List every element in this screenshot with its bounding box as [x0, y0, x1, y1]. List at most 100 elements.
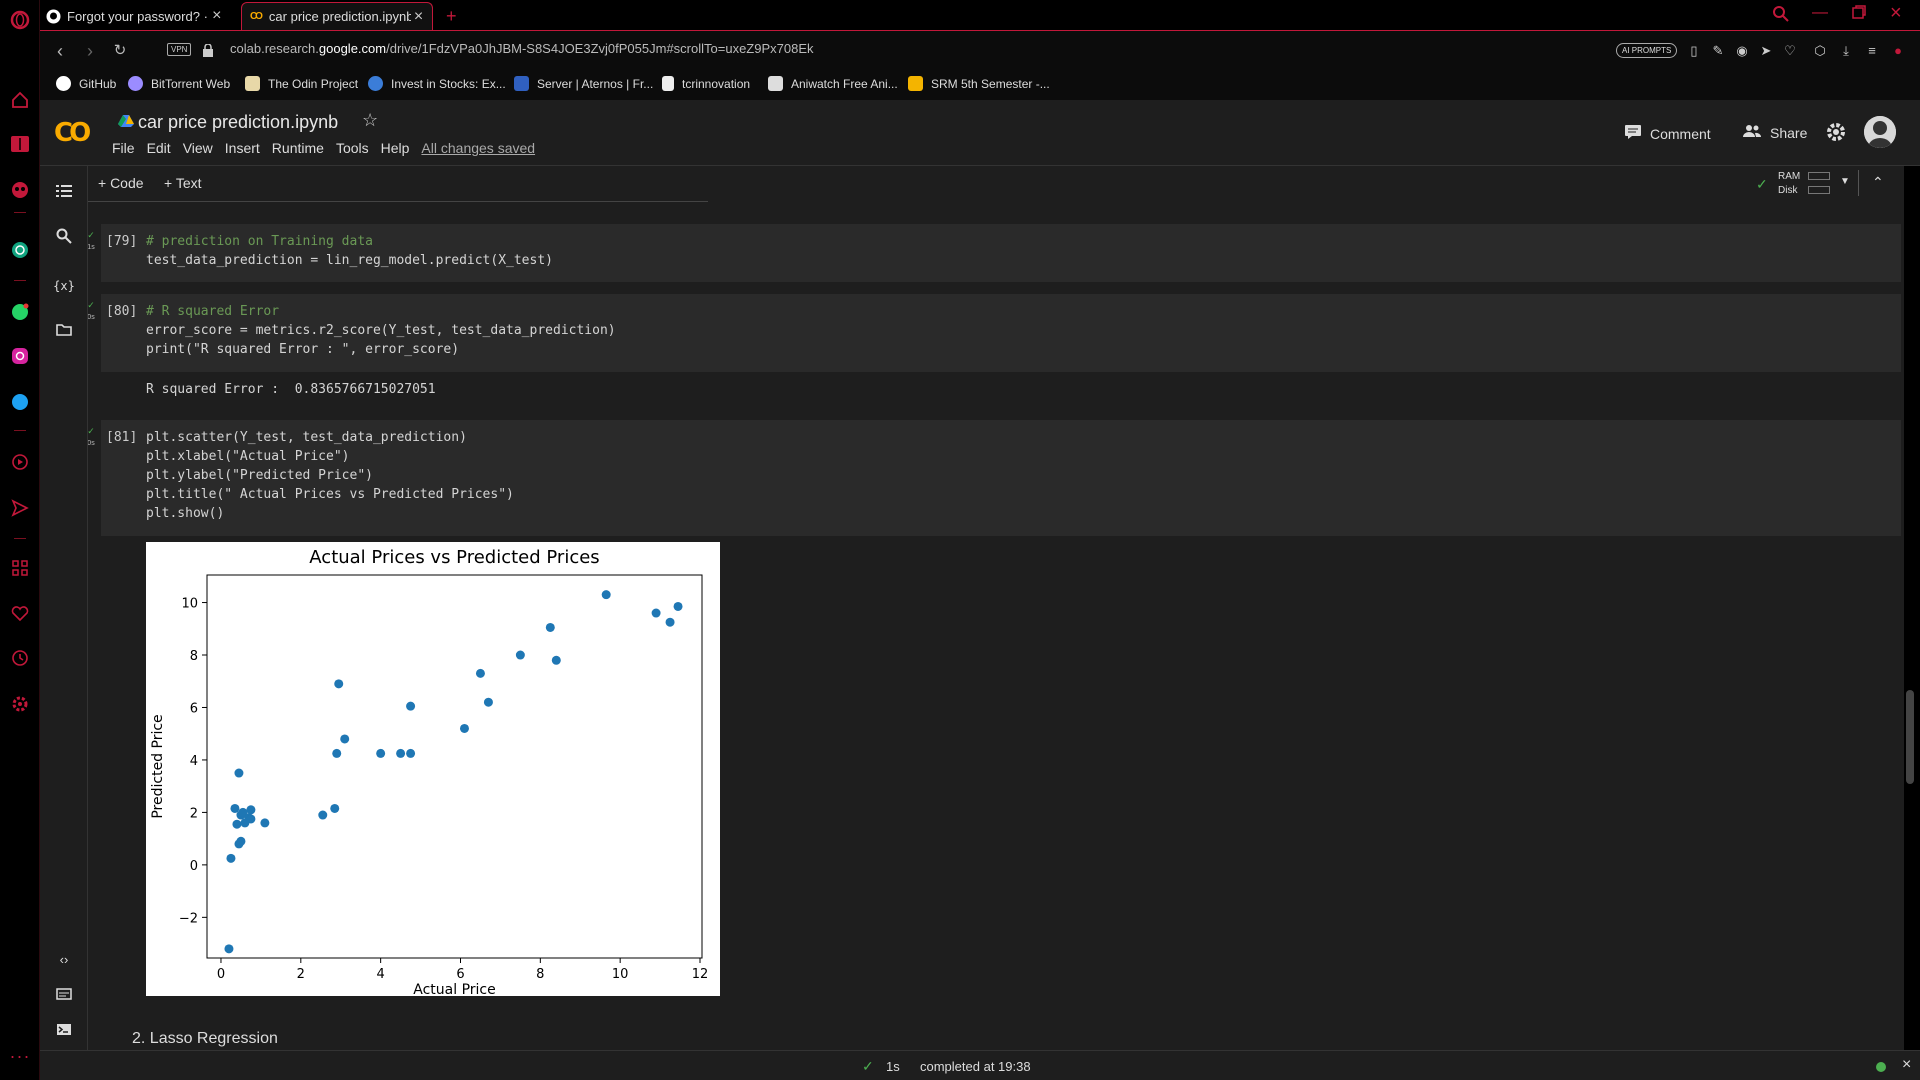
close-icon[interactable]: × [210, 7, 224, 25]
comment-icon [1624, 124, 1642, 143]
data-point [318, 810, 328, 820]
bookmark-invest[interactable]: Invest in Stocks: Ex... [368, 76, 506, 91]
exec-status[interactable]: completed at 19:38 [920, 1059, 1031, 1074]
add-text-button[interactable]: + Text [164, 175, 202, 191]
resources-monitor[interactable]: RAM Disk [1778, 170, 1800, 198]
restore-icon[interactable] [1852, 5, 1866, 24]
save-status-link[interactable]: All changes saved [421, 140, 535, 156]
code-editor[interactable]: # R squared Error error_score = metrics.… [146, 302, 616, 359]
code-cell[interactable]: ✓ 0s [80] # R squared Error error_score … [88, 294, 1901, 372]
send-icon[interactable] [8, 496, 32, 520]
data-point [545, 622, 555, 632]
bookmark-github[interactable]: GitHub [56, 76, 116, 91]
variables-icon[interactable]: {x} [52, 274, 76, 298]
code-editor[interactable]: plt.scatter(Y_test, test_data_prediction… [146, 428, 514, 523]
connected-check-icon: ✓ [1756, 176, 1768, 192]
bookmark-aternos[interactable]: Server | Aternos | Fr... [514, 76, 653, 91]
reload-icon[interactable]: ↻ [110, 41, 130, 61]
menu-insert[interactable]: Insert [225, 140, 260, 156]
share-button[interactable]: Share [1742, 124, 1807, 141]
table-of-contents-icon[interactable] [52, 182, 76, 206]
bookmark-heart-icon[interactable]: ♡ [1782, 43, 1798, 59]
gear-icon[interactable] [1826, 122, 1846, 147]
vpn-badge[interactable]: VPN [167, 43, 192, 56]
apps-grid-icon[interactable] [8, 556, 32, 580]
google-drive-icon[interactable] [118, 114, 134, 133]
bookmark-bittorrent[interactable]: BitTorrent Web [128, 76, 230, 91]
run-status-check-icon[interactable]: ✓ [88, 426, 98, 437]
run-status-check-icon[interactable]: ✓ [88, 300, 98, 311]
twitter-icon[interactable] [8, 390, 32, 414]
menu-file[interactable]: File [112, 140, 135, 156]
data-point [396, 748, 406, 758]
bookmark-srm[interactable]: SRM 5th Semester -... [908, 76, 1050, 91]
comment-button[interactable]: Comment [1624, 124, 1711, 143]
colab-logo[interactable]: CO [54, 118, 91, 148]
history-icon[interactable] [8, 646, 32, 670]
reading-list-icon[interactable] [8, 132, 32, 156]
colab-header: CO car price prediction.ipynb ☆ File Edi… [40, 100, 1920, 166]
tab-colab[interactable]: CO car price prediction.ipynb · × [241, 2, 433, 30]
profile-icon[interactable]: ● [1890, 43, 1906, 59]
collapse-header-icon[interactable]: ⌃ [1872, 174, 1884, 191]
easy-setup-icon[interactable]: ≡ [1864, 43, 1880, 59]
menu-edit[interactable]: Edit [147, 140, 171, 156]
chatgpt-icon[interactable] [8, 238, 32, 262]
runtime-dropdown-icon[interactable]: ▼ [1840, 176, 1850, 187]
menu-bar: File Edit View Insert Runtime Tools Help… [112, 140, 547, 156]
terminal-icon[interactable] [52, 1020, 76, 1044]
run-status-check-icon[interactable]: ✓ [88, 230, 98, 241]
instagram-icon[interactable] [8, 344, 32, 368]
y-tick-label: 6 [190, 701, 198, 716]
search-icon[interactable] [52, 228, 76, 252]
bookmark-aniwatch[interactable]: Aniwatch Free Ani... [768, 76, 898, 91]
close-window-icon[interactable]: × [1890, 2, 1902, 25]
settings-icon[interactable] [8, 692, 32, 716]
more-icon[interactable]: ··· [8, 1044, 32, 1068]
menu-help[interactable]: Help [381, 140, 410, 156]
send-page-icon[interactable]: ➤ [1758, 43, 1774, 59]
notebook-scrollbar[interactable] [1906, 690, 1914, 784]
close-icon[interactable]: × [1902, 1056, 1911, 1074]
bookmark-odin[interactable]: The Odin Project [245, 76, 358, 91]
home-icon[interactable] [8, 88, 32, 112]
tab-github[interactable]: Forgot your password? · Gi × [40, 2, 230, 30]
opera-logo-icon[interactable] [8, 8, 32, 32]
minimize-icon[interactable]: — [1812, 4, 1828, 22]
folder-icon[interactable] [52, 320, 76, 344]
code-snippets-icon[interactable]: ‹› [52, 948, 76, 972]
notebook-title[interactable]: car price prediction.ipynb [138, 112, 338, 133]
player-icon[interactable] [8, 450, 32, 474]
command-palette-icon[interactable] [52, 984, 76, 1008]
avatar[interactable] [1864, 116, 1896, 148]
download-icon[interactable]: ⤓ [1838, 43, 1854, 59]
edit-icon[interactable]: ✎ [1710, 43, 1726, 59]
star-icon[interactable]: ☆ [362, 110, 378, 131]
reader-icon[interactable]: ▯ [1686, 43, 1702, 59]
menu-runtime[interactable]: Runtime [272, 140, 324, 156]
whatsapp-icon[interactable] [8, 300, 32, 324]
heart-icon[interactable] [8, 602, 32, 626]
code-editor[interactable]: # prediction on Training data test_data_… [146, 232, 553, 270]
close-icon[interactable]: × [411, 8, 426, 26]
alien-icon[interactable] [8, 178, 32, 202]
x-axis-label: Actual Price [413, 982, 495, 996]
search-tabs-icon[interactable] [1772, 5, 1790, 28]
extensions-icon[interactable]: ⬡ [1812, 43, 1828, 59]
x-tick-label: 6 [456, 967, 464, 982]
bookmark-tcrinnovation[interactable]: tcrinnovation [662, 76, 750, 91]
url-field[interactable]: colab.research.google.com/drive/1FdzVPa0… [230, 41, 814, 56]
camera-icon[interactable]: ◉ [1734, 43, 1750, 59]
data-point [483, 697, 493, 707]
ai-prompts-button[interactable]: AI PROMPTS [1616, 43, 1678, 58]
code-cell[interactable]: ✓ 0s [81] plt.scatter(Y_test, test_data_… [88, 420, 1901, 536]
forward-icon[interactable]: › [80, 41, 100, 61]
back-icon[interactable]: ‹ [50, 41, 70, 61]
lock-icon[interactable] [202, 43, 214, 62]
add-code-button[interactable]: + Code [98, 175, 144, 191]
menu-view[interactable]: View [183, 140, 213, 156]
new-tab-button[interactable]: + [440, 2, 470, 30]
code-cell[interactable]: ✓ 1s [79] # prediction on Training data … [88, 224, 1901, 282]
menu-tools[interactable]: Tools [336, 140, 369, 156]
connection-status-dot [1876, 1062, 1886, 1072]
